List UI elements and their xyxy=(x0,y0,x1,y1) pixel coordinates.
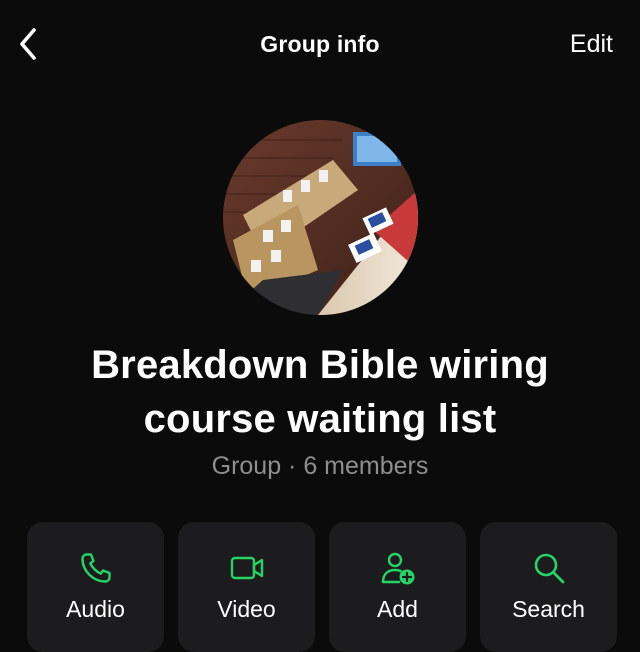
video-label: Video xyxy=(217,596,276,622)
audio-call-button[interactable]: Audio xyxy=(27,522,164,652)
navigation-bar: Group info Edit xyxy=(0,0,640,90)
add-member-button[interactable]: Add xyxy=(329,522,466,652)
search-label: Search xyxy=(512,596,585,622)
video-camera-icon xyxy=(230,556,263,580)
edit-button[interactable]: Edit xyxy=(570,30,613,59)
page-title: Group info xyxy=(260,31,380,57)
search-icon xyxy=(534,553,564,584)
audio-label: Audio xyxy=(66,596,125,622)
add-label: Add xyxy=(377,596,418,622)
search-button[interactable]: Search xyxy=(480,522,617,652)
phone-icon xyxy=(80,553,111,583)
video-call-button[interactable]: Video xyxy=(178,522,315,652)
action-buttons: Audio Video Add Search xyxy=(27,522,617,652)
add-person-icon xyxy=(381,552,414,585)
group-subtitle: Group · 6 members xyxy=(211,452,429,480)
group-avatar[interactable] xyxy=(223,120,418,315)
group-photo xyxy=(223,120,418,315)
group-name: Breakdown Bible wiring course waiting li… xyxy=(91,343,549,441)
